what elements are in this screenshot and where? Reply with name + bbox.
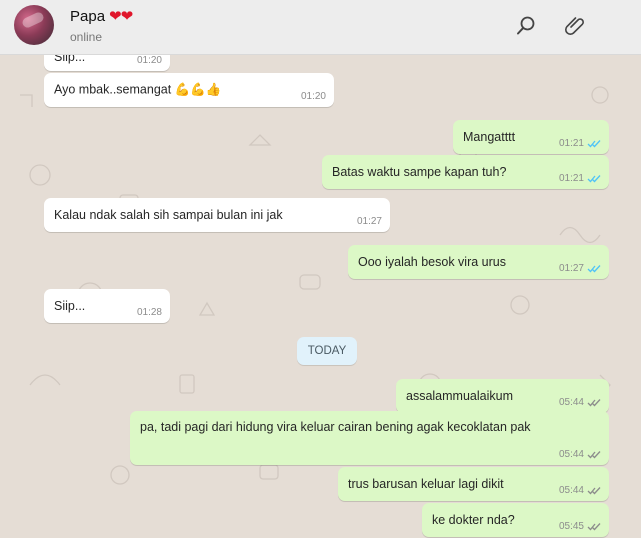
chat-header: Papa ❤❤ online <box>0 0 641 55</box>
message-bubble-outgoing[interactable]: trus barusan keluar lagi dikit 05:44 <box>338 467 609 501</box>
message-time: 01:21 <box>558 173 584 184</box>
message-meta: 05:45 <box>559 521 601 532</box>
read-receipt-icon <box>587 175 601 183</box>
read-receipt-icon <box>587 140 601 148</box>
contact-name[interactable]: Papa ❤❤ <box>70 7 133 25</box>
message-time: 01:21 <box>558 138 584 149</box>
whatsapp-chat-window: Papa ❤❤ online Siip... 01:20 Ayo mbak..s… <box>0 0 641 538</box>
message-bubble-outgoing[interactable]: Batas waktu sampe kapan tuh? 01:21 <box>322 155 609 189</box>
message-time: 05:44 <box>558 485 584 496</box>
message-text: trus barusan keluar lagi dikit <box>348 477 504 491</box>
message-time: 01:27 <box>558 263 584 274</box>
message-meta: 01:21 <box>559 173 601 184</box>
message-text: Mangatttt <box>463 130 516 144</box>
message-bubble-incoming[interactable]: Kalau ndak salah sih sampai bulan ini ja… <box>44 198 390 232</box>
avatar-image <box>20 10 46 30</box>
message-meta: 05:44 <box>559 397 601 408</box>
day-separator: TODAY <box>297 337 357 365</box>
message-text: ke dokter nda? <box>432 513 515 527</box>
message-meta: 05:44 <box>559 449 601 460</box>
message-time: 01:28 <box>136 307 162 318</box>
message-bubble-outgoing[interactable]: Ooo iyalah besok vira urus 01:27 <box>348 245 609 279</box>
message-time: 05:44 <box>558 397 584 408</box>
read-receipt-icon <box>587 265 601 273</box>
contact-name-hearts: ❤❤ <box>109 8 133 25</box>
message-bubble-outgoing[interactable]: pa, tadi pagi dari hidung vira keluar ca… <box>130 411 609 465</box>
search-icon <box>517 16 535 35</box>
delivered-receipt-icon <box>587 487 601 495</box>
delivered-receipt-icon <box>587 451 601 459</box>
search-button[interactable] <box>512 12 540 40</box>
message-meta: 01:27 <box>559 263 601 274</box>
message-bubble-incoming[interactable]: Siip... 01:28 <box>44 289 170 323</box>
message-time: 01:20 <box>136 55 162 66</box>
attach-button[interactable] <box>562 12 590 40</box>
message-time: 05:44 <box>558 449 584 460</box>
message-text: Ooo iyalah besok vira urus <box>358 255 506 269</box>
paperclip-icon <box>564 17 584 36</box>
message-time: 05:45 <box>558 521 584 532</box>
delivered-receipt-icon <box>587 399 601 407</box>
delivered-receipt-icon <box>587 523 601 531</box>
contact-status: online <box>70 30 103 44</box>
message-bubble-outgoing[interactable]: Mangatttt 01:21 <box>453 120 609 154</box>
message-text: assalammualaikum <box>406 389 513 403</box>
message-bubble-outgoing[interactable]: assalammualaikum 05:44 <box>396 379 609 413</box>
message-text: pa, tadi pagi dari hidung vira keluar ca… <box>140 420 531 434</box>
message-time: 01:27 <box>356 216 382 227</box>
message-meta: 01:27 <box>357 216 382 227</box>
message-list[interactable]: Siip... 01:20 Ayo mbak..semangat 💪💪👍 01:… <box>0 55 641 538</box>
contact-avatar[interactable] <box>14 5 54 45</box>
message-text: Batas waktu sampe kapan tuh? <box>332 165 507 179</box>
message-bubble-incoming[interactable]: Ayo mbak..semangat 💪💪👍 01:20 <box>44 73 334 107</box>
contact-name-text: Papa <box>70 8 106 25</box>
message-text: Siip... <box>54 55 86 64</box>
message-meta: 01:20 <box>301 91 326 102</box>
message-meta: 01:20 <box>137 55 162 66</box>
message-text: Kalau ndak salah sih sampai bulan ini ja… <box>54 208 283 222</box>
message-bubble-outgoing[interactable]: ke dokter nda? 05:45 <box>422 503 609 537</box>
message-meta: 05:44 <box>559 485 601 496</box>
message-time: 01:20 <box>300 91 326 102</box>
message-meta: 01:28 <box>137 307 162 318</box>
message-meta: 01:21 <box>559 138 601 149</box>
message-text: Ayo mbak..semangat 💪💪👍 <box>54 82 222 97</box>
message-text: Siip... <box>54 299 86 313</box>
message-bubble-incoming[interactable]: Siip... 01:20 <box>44 55 170 71</box>
